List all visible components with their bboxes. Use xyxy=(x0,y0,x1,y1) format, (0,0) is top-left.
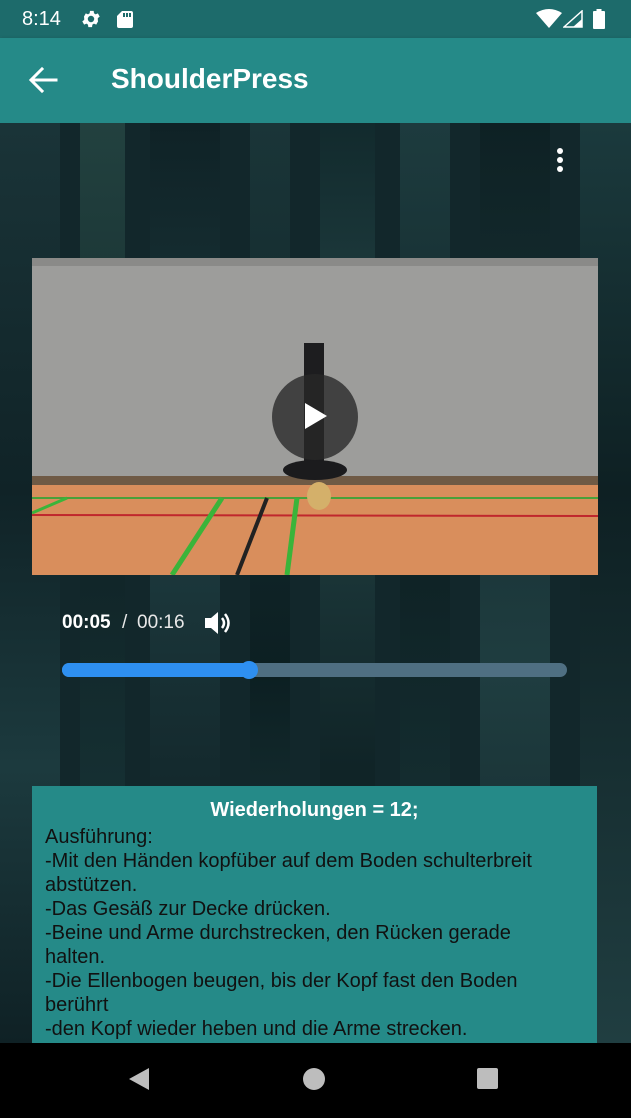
description-line: abstützen. xyxy=(45,874,138,896)
video-duration: 00:16 xyxy=(137,612,185,633)
signal-icon xyxy=(563,10,583,28)
status-time: 8:14 xyxy=(22,8,61,30)
back-triangle-icon[interactable] xyxy=(127,1066,151,1092)
time-separator: / xyxy=(122,612,128,633)
description-line: -Mit den Händen kopfüber auf dem Boden s… xyxy=(45,850,532,872)
arrow-back-icon[interactable] xyxy=(28,66,58,94)
repetitions-heading: Wiederholungen = 12; xyxy=(210,799,419,821)
description-line: -den Kopf wieder heben und die Arme stre… xyxy=(45,1018,468,1040)
more-vert-icon[interactable] xyxy=(550,145,570,175)
exercise-description-card: Wiederholungen = 12; Ausführung: -Mit de… xyxy=(32,786,597,1043)
volume-icon[interactable] xyxy=(203,609,233,637)
gear-icon xyxy=(82,10,100,28)
app-bar: ShoulderPress xyxy=(0,38,631,123)
description-line: berührt xyxy=(45,994,109,1016)
page-title: ShoulderPress xyxy=(111,63,309,94)
recents-square-icon[interactable] xyxy=(477,1068,498,1089)
description-line: -Die Ellenbogen beugen, bis der Kopf fas… xyxy=(45,970,518,992)
seek-bar[interactable] xyxy=(62,661,567,679)
play-icon xyxy=(305,403,327,429)
seek-progress xyxy=(62,663,249,677)
home-circle-icon[interactable] xyxy=(303,1068,325,1090)
seek-thumb[interactable] xyxy=(239,661,258,679)
current-time: 00:05 xyxy=(62,612,111,633)
battery-icon xyxy=(593,9,605,29)
description-line: -Beine und Arme durchstrecken, den Rücke… xyxy=(45,922,511,944)
status-bar: 8:14 xyxy=(0,0,631,38)
description-line: halten. xyxy=(45,946,106,968)
description-line: Ausführung: xyxy=(45,826,153,848)
description-line: -Das Gesäß zur Decke drücken. xyxy=(45,898,331,920)
sd-card-icon xyxy=(117,11,133,28)
play-button[interactable] xyxy=(272,374,358,460)
wifi-icon xyxy=(536,9,562,28)
